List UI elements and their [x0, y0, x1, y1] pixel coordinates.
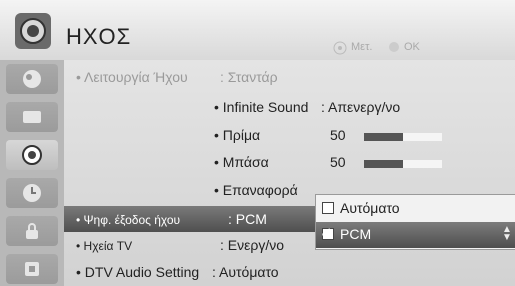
sidebar-item-options[interactable]	[6, 254, 58, 284]
speaker-icon	[22, 145, 42, 165]
bass-label: • Μπάσα	[214, 154, 269, 170]
checkmark-icon: ✓	[320, 225, 333, 242]
bass-slider[interactable]	[364, 160, 442, 168]
options-icon	[25, 262, 39, 276]
tv-osd-screen: ΗΧΟΣ Μετ. OK • Λειτουργία Ήχου: Σταντάρ…	[0, 0, 515, 286]
dtv-audio-setting-value: : Αυτόματο	[212, 264, 279, 280]
menu-row-bass[interactable]: • Μπάσα 50	[64, 149, 515, 175]
sidebar	[0, 60, 64, 286]
page-title: ΗΧΟΣ	[66, 24, 132, 49]
sidebar-item-picture[interactable]	[6, 64, 58, 94]
tv-speaker-value: : Ενεργ/νο	[220, 237, 284, 253]
infinite-sound-label: • Infinite Sound	[214, 99, 309, 115]
menu-row-treble[interactable]: • Πρίμα 50	[64, 122, 515, 148]
dropdown-option-pcm[interactable]: ✓ PCM ▲ ▼	[316, 222, 515, 248]
treble-value: 50	[330, 127, 346, 143]
bass-value: 50	[330, 154, 346, 170]
ok-button-icon	[388, 41, 400, 54]
dropdown-option-auto[interactable]: Αυτόματο	[316, 196, 515, 222]
sound-menu: • Λειτουργία Ήχου : Σταντάρ • Infinite S…	[64, 60, 515, 286]
sound-mode-value: : Σταντάρ	[220, 69, 278, 85]
treble-slider[interactable]	[364, 133, 442, 141]
infinite-sound-value: : Απενεργ/νο	[321, 99, 401, 115]
picture-icon	[23, 70, 41, 88]
sidebar-item-sound[interactable]	[6, 140, 58, 170]
digital-audio-out-label: • Ψηφ. έξοδος ήχου	[76, 213, 181, 227]
menu-row-sound-mode[interactable]: • Λειτουργία Ήχου : Σταντάρ	[64, 64, 515, 90]
lock-icon	[26, 223, 38, 239]
sidebar-item-lock[interactable]	[6, 216, 58, 246]
treble-slider-fill	[364, 133, 403, 141]
menu-row-infinite-sound[interactable]: • Infinite Sound : Απενεργ/νο	[64, 94, 515, 120]
option-auto-label: Αυτόματο	[340, 200, 400, 216]
tv-icon	[23, 111, 41, 123]
sidebar-item-time[interactable]	[6, 178, 58, 208]
bass-slider-fill	[364, 160, 403, 168]
digital-audio-out-value: : PCM	[228, 211, 267, 227]
move-hint: Μετ.	[351, 41, 373, 53]
clock-icon	[23, 184, 41, 202]
ok-hint: OK	[404, 41, 420, 53]
tv-speaker-label: • Ηχεία TV	[76, 239, 133, 253]
digital-audio-out-dropdown: Αυτόματο ✓ PCM ▲ ▼	[315, 194, 515, 250]
reset-label: • Επαναφορά	[214, 182, 298, 198]
speaker-icon	[15, 13, 51, 49]
treble-label: • Πρίμα	[214, 127, 261, 143]
sound-mode-label: • Λειτουργία Ήχου	[76, 69, 188, 85]
up-down-arrows-icon: ▲ ▼	[502, 224, 512, 243]
checkbox-empty-icon	[322, 202, 334, 214]
move-arrows-icon	[333, 41, 347, 56]
menu-header: ΗΧΟΣ Μετ. OK	[0, 0, 515, 60]
dtv-audio-setting-label: • DTV Audio Setting	[76, 264, 200, 280]
menu-row-dtv-audio-setting[interactable]: • DTV Audio Setting : Αυτόματο	[64, 259, 515, 285]
option-pcm-label: PCM	[340, 226, 372, 242]
sidebar-item-tv[interactable]	[6, 102, 58, 132]
